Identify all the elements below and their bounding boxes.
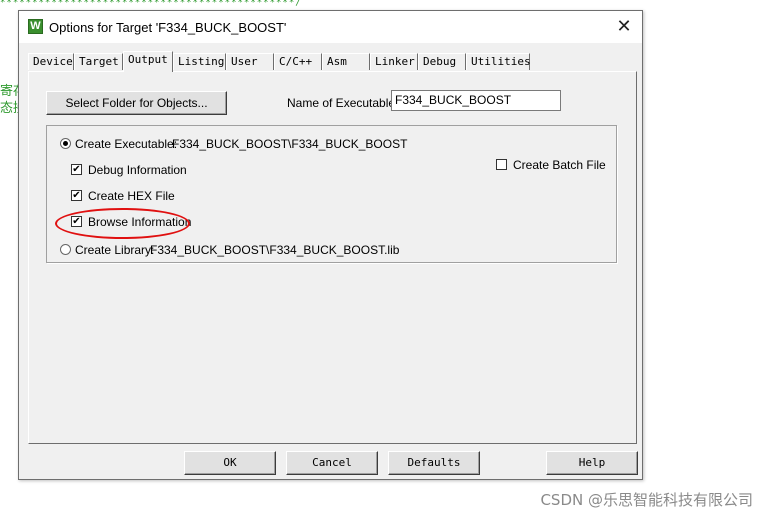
- create-hex-file-checkbox[interactable]: ✔: [71, 190, 82, 201]
- tab-linker[interactable]: Linker: [370, 53, 418, 70]
- options-dialog: W Options for Target 'F334_BUCK_BOOST' ✕…: [18, 10, 643, 480]
- tab-output[interactable]: Output: [123, 51, 173, 72]
- debug-information-checkbox[interactable]: ✔: [71, 164, 82, 175]
- tab-debug[interactable]: Debug: [418, 53, 466, 70]
- browse-information-checkbox[interactable]: ✔: [71, 216, 82, 227]
- create-executable-path: F334_BUCK_BOOST\F334_BUCK_BOOST: [172, 137, 408, 151]
- create-library-radio[interactable]: [60, 244, 71, 255]
- cancel-button[interactable]: Cancel: [286, 451, 378, 475]
- dialog-title: Options for Target 'F334_BUCK_BOOST': [49, 20, 287, 35]
- create-hex-file-label: Create HEX File: [88, 189, 175, 203]
- csdn-watermark: CSDN @乐思智能科技有限公司: [540, 491, 753, 509]
- create-library-label: Create Library:: [75, 243, 155, 257]
- defaults-button[interactable]: Defaults: [388, 451, 480, 475]
- tab-asm[interactable]: Asm: [322, 53, 370, 70]
- debug-information-label: Debug Information: [88, 163, 187, 177]
- ok-button[interactable]: OK: [184, 451, 276, 475]
- browse-information-label: Browse Information: [88, 215, 192, 229]
- radio-selected-dot: [63, 141, 68, 146]
- tab-c-cpp[interactable]: C/C++: [274, 53, 322, 70]
- tab-utilities[interactable]: Utilities: [466, 53, 531, 70]
- create-batch-file-label: Create Batch File: [513, 158, 606, 172]
- tab-user[interactable]: User: [226, 53, 274, 70]
- name-of-executable-input[interactable]: F334_BUCK_BOOST: [391, 90, 561, 111]
- tab-listing[interactable]: Listing: [173, 53, 226, 70]
- create-library-path: F334_BUCK_BOOST\F334_BUCK_BOOST.lib: [150, 243, 400, 257]
- tab-device[interactable]: Device: [28, 53, 74, 70]
- close-icon[interactable]: ✕: [615, 17, 633, 35]
- background-code-text: 态接: [0, 101, 18, 116]
- keil-app-icon: W: [28, 19, 43, 34]
- create-executable-radio[interactable]: [60, 138, 71, 149]
- title-bar[interactable]: W Options for Target 'F334_BUCK_BOOST' ✕: [19, 11, 642, 43]
- create-batch-file-checkbox[interactable]: [496, 159, 507, 170]
- help-button[interactable]: Help: [546, 451, 638, 475]
- tab-target[interactable]: Target: [74, 53, 123, 70]
- name-of-executable-label: Name of Executable:: [287, 96, 399, 110]
- select-folder-button[interactable]: Select Folder for Objects...: [46, 91, 227, 115]
- background-comment-stars: ****************************************…: [0, 0, 302, 8]
- create-executable-label: Create Executable:: [75, 137, 178, 151]
